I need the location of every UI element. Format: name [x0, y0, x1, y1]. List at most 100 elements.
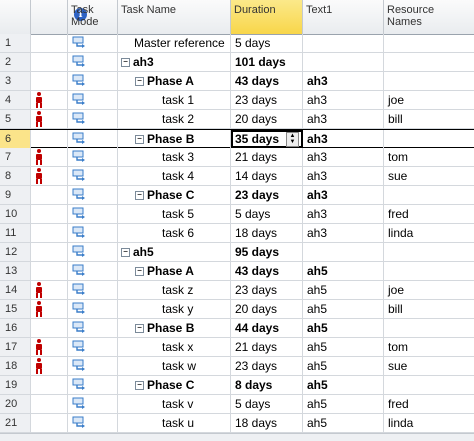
duration-spinner[interactable]: ▲ ▼ — [286, 132, 299, 147]
duration-cell[interactable]: 21 days — [231, 148, 303, 166]
task-mode-cell[interactable] — [68, 319, 118, 337]
resource-person-icon[interactable] — [36, 301, 42, 317]
task-name-cell[interactable]: task u — [118, 414, 231, 432]
task-name-cell[interactable]: − ah3 — [118, 53, 231, 71]
text1-cell[interactable]: ah3 — [303, 224, 384, 242]
row-number[interactable]: 1 — [0, 34, 31, 52]
task-mode-cell[interactable] — [68, 357, 118, 375]
task-name-cell[interactable]: task 3 — [118, 148, 231, 166]
duration-cell[interactable]: 21 days — [231, 338, 303, 356]
row-number[interactable]: 13 — [0, 262, 31, 280]
row-number[interactable]: 17 — [0, 338, 31, 356]
row-number[interactable]: 12 — [0, 243, 31, 261]
table-row[interactable]: 14 task z 23 days ah5 joe — [0, 281, 474, 300]
resource-names-cell[interactable]: linda — [384, 414, 474, 432]
task-name-cell[interactable]: − Phase B — [118, 130, 231, 148]
resource-names-cell[interactable]: bill — [384, 110, 474, 128]
duration-cell[interactable]: 18 days — [231, 414, 303, 432]
duration-cell[interactable]: 23 days — [231, 186, 303, 204]
duration-cell[interactable]: 43 days — [231, 72, 303, 90]
task-name-cell[interactable]: task 5 — [118, 205, 231, 223]
resource-names-cell[interactable] — [384, 262, 474, 280]
text1-cell[interactable]: ah5 — [303, 262, 384, 280]
text1-cell[interactable]: ah5 — [303, 319, 384, 337]
resource-names-cell[interactable]: joe — [384, 281, 474, 299]
resource-names-cell[interactable] — [384, 34, 474, 52]
task-mode-cell[interactable] — [68, 34, 118, 52]
task-name-cell[interactable]: Master reference — [118, 34, 231, 52]
duration-cell[interactable]: 5 days — [231, 395, 303, 413]
duration-cell[interactable]: 5 days — [231, 205, 303, 223]
table-row[interactable]: 9 − Phase C 23 days ah3 — [0, 186, 474, 205]
task-mode-cell[interactable] — [68, 130, 118, 148]
row-number[interactable]: 8 — [0, 167, 31, 185]
task-mode-cell[interactable] — [68, 224, 118, 242]
resource-names-cell[interactable] — [384, 53, 474, 71]
table-row[interactable]: 15 task y 20 days ah5 bill — [0, 300, 474, 319]
collapse-icon[interactable]: − — [135, 267, 144, 277]
task-mode-cell[interactable] — [68, 414, 118, 432]
table-row[interactable]: 2 − ah3 101 days — [0, 53, 474, 72]
row-number[interactable]: 14 — [0, 281, 31, 299]
resource-names-cell[interactable]: bill — [384, 300, 474, 318]
collapse-icon[interactable]: − — [135, 135, 144, 145]
task-name-cell[interactable]: task y — [118, 300, 231, 318]
resource-names-cell[interactable]: sue — [384, 167, 474, 185]
task-mode-cell[interactable] — [68, 281, 118, 299]
task-mode-cell[interactable] — [68, 338, 118, 356]
resource-names-cell[interactable]: fred — [384, 205, 474, 223]
text1-cell[interactable]: ah5 — [303, 414, 384, 432]
table-row[interactable]: 12 − ah5 95 days — [0, 243, 474, 262]
table-row[interactable]: 8 task 4 14 days ah3 sue — [0, 167, 474, 186]
task-name-cell[interactable]: − ah5 — [118, 243, 231, 261]
task-name-cell[interactable]: task w — [118, 357, 231, 375]
text1-cell[interactable] — [303, 34, 384, 52]
text1-cell[interactable] — [303, 243, 384, 261]
task-mode-cell[interactable] — [68, 262, 118, 280]
collapse-icon[interactable]: − — [135, 191, 144, 201]
resource-person-icon[interactable] — [36, 358, 42, 374]
task-name-cell[interactable]: − Phase C — [118, 376, 231, 394]
task-name-cell[interactable]: − Phase A — [118, 262, 231, 280]
table-row[interactable]: 3 − Phase A 43 days ah3 — [0, 72, 474, 91]
task-mode-cell[interactable] — [68, 148, 118, 166]
resource-names-cell[interactable] — [384, 376, 474, 394]
task-mode-cell[interactable] — [68, 376, 118, 394]
collapse-icon[interactable]: − — [135, 77, 144, 87]
table-row[interactable]: 18 task w 23 days ah5 sue — [0, 357, 474, 376]
text1-cell[interactable]: ah5 — [303, 376, 384, 394]
task-name-cell[interactable]: − Phase C — [118, 186, 231, 204]
text1-cell[interactable]: ah3 — [303, 205, 384, 223]
text1-cell[interactable] — [303, 53, 384, 71]
resource-names-cell[interactable] — [384, 243, 474, 261]
duration-cell[interactable]: 44 days — [231, 319, 303, 337]
resource-names-cell[interactable] — [384, 319, 474, 337]
task-mode-cell[interactable] — [68, 110, 118, 128]
resource-names-cell[interactable]: tom — [384, 338, 474, 356]
resource-names-cell[interactable]: linda — [384, 224, 474, 242]
resource-names-cell[interactable] — [384, 130, 474, 148]
task-name-cell[interactable]: task x — [118, 338, 231, 356]
collapse-icon[interactable]: − — [135, 381, 144, 391]
task-mode-column-header[interactable]: Task Mode — [68, 0, 118, 34]
text1-cell[interactable]: ah3 — [303, 186, 384, 204]
task-mode-cell[interactable] — [68, 395, 118, 413]
task-name-cell[interactable]: task z — [118, 281, 231, 299]
row-number[interactable]: 2 — [0, 53, 31, 71]
task-name-cell[interactable]: task 2 — [118, 110, 231, 128]
row-number[interactable]: 7 — [0, 148, 31, 166]
table-row[interactable]: 7 task 3 21 days ah3 tom — [0, 148, 474, 167]
duration-cell[interactable]: 23 days — [231, 357, 303, 375]
resource-names-cell[interactable] — [384, 72, 474, 90]
text1-cell[interactable]: ah3 — [303, 148, 384, 166]
resource-names-cell[interactable]: fred — [384, 395, 474, 413]
select-all-corner[interactable] — [0, 0, 31, 34]
row-number[interactable]: 18 — [0, 357, 31, 375]
text1-cell[interactable]: ah5 — [303, 395, 384, 413]
table-row[interactable]: 20 task v 5 days ah5 fred — [0, 395, 474, 414]
table-row[interactable]: 19 − Phase C 8 days ah5 — [0, 376, 474, 395]
table-row[interactable]: 1 Master reference 5 days — [0, 34, 474, 53]
table-row[interactable]: 4 task 1 23 days ah3 joe — [0, 91, 474, 110]
task-mode-cell[interactable] — [68, 53, 118, 71]
task-mode-cell[interactable] — [68, 167, 118, 185]
